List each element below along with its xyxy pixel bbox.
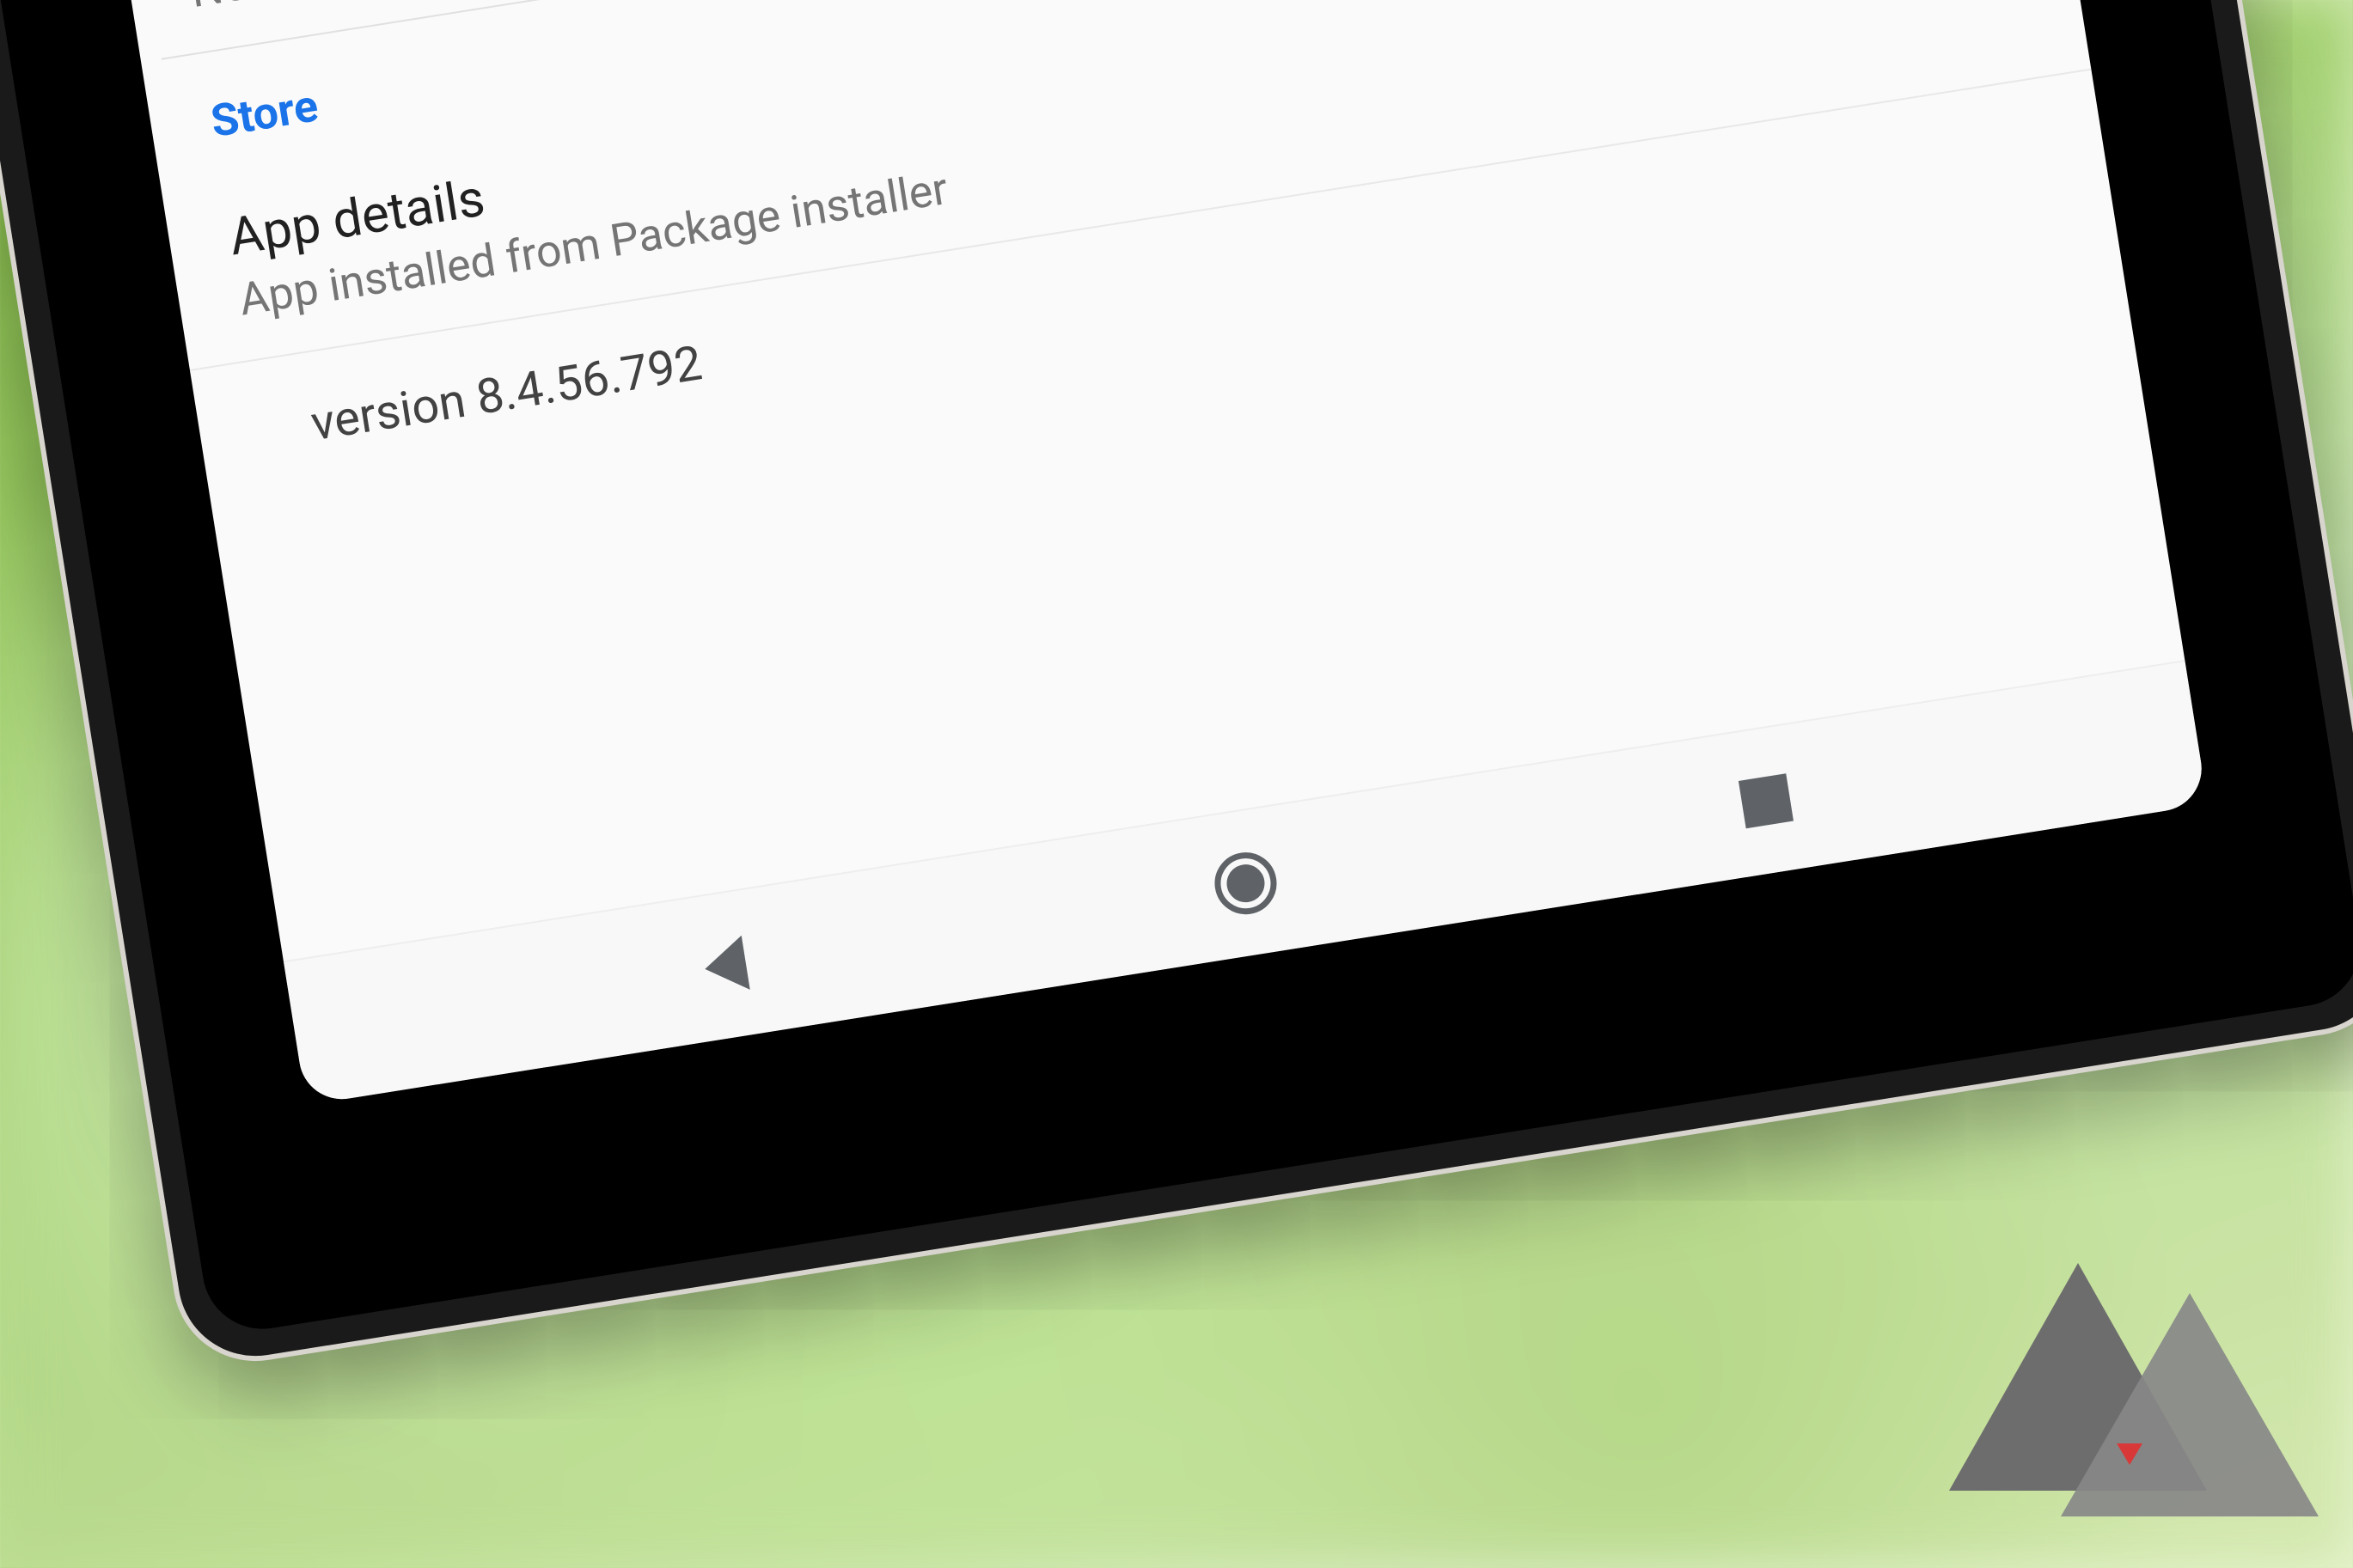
nav-recent-button[interactable] [1727, 761, 1806, 840]
back-triangle-icon [700, 936, 749, 997]
phone-screen: Memory No memory used in Store App detai… [106, 0, 2208, 1105]
nav-back-button[interactable] [686, 926, 765, 1005]
ap-watermark-logo [1949, 1242, 2319, 1551]
recent-square-icon [1739, 773, 1794, 828]
home-circle-icon [1210, 848, 1280, 918]
nav-home-button[interactable] [1207, 844, 1286, 923]
